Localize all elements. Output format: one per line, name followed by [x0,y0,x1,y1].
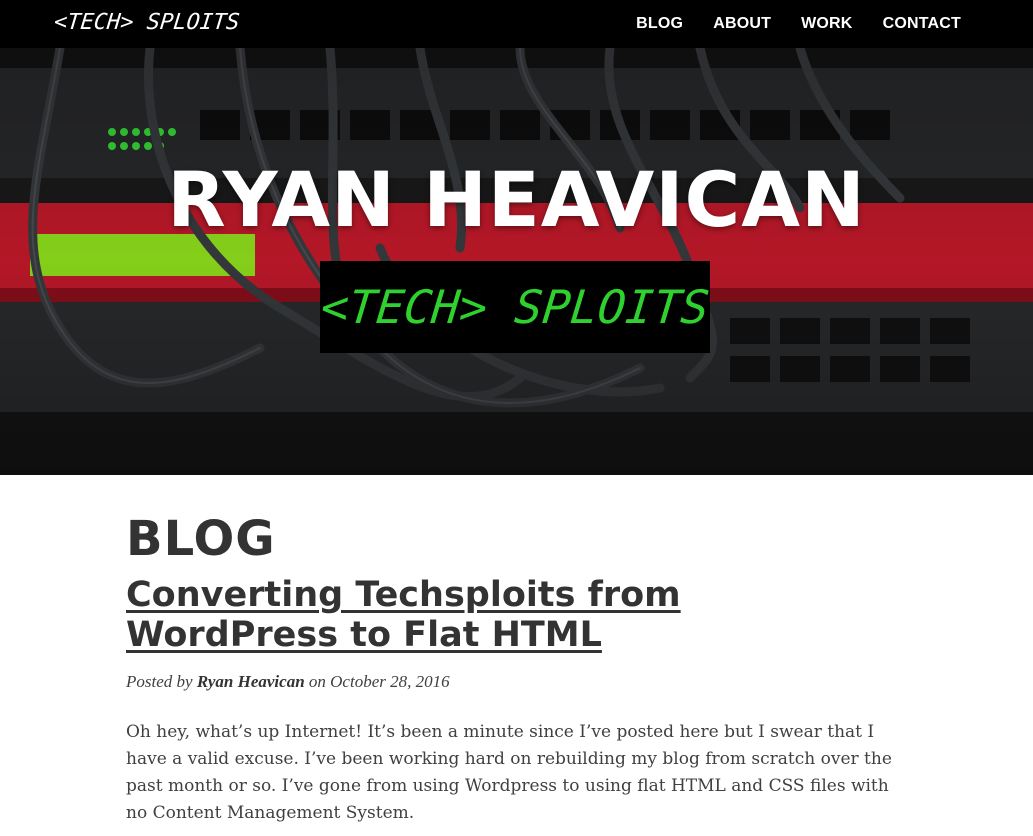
post-excerpt: Oh hey, what’s up Internet! It’s been a … [126,722,892,823]
hero-badge: <TECH> SPLOITS [318,261,712,353]
main-nav: BLOG ABOUT WORK CONTACT [606,0,961,48]
post-date: October 28, 2016 [330,672,450,691]
nav-link-blog[interactable]: BLOG [636,15,683,33]
nav-link-about[interactable]: ABOUT [713,15,771,33]
hero-title: RYAN HEAVICAN [167,155,866,244]
post-meta-on: on [308,672,326,691]
post-meta-prefix: Posted by [126,672,193,691]
page-heading: BLOG [126,511,276,567]
nav-link-contact[interactable]: CONTACT [883,15,961,33]
post-meta: Posted by Ryan Heavican on October 28, 2… [126,671,450,693]
post-author: Ryan Heavican [196,672,305,691]
brand-logo-link[interactable]: <TECH> SPLOITS [52,8,241,38]
top-navbar: <TECH> SPLOITS BLOG ABOUT WORK CONTACT [0,0,1033,48]
hero-badge-text: <TECH> SPLOITS [318,280,712,334]
nav-link-work[interactable]: WORK [801,15,852,33]
post-title-link[interactable]: Converting Techsploits from WordPress to… [126,575,896,655]
hero-banner: RYAN HEAVICAN <TECH> SPLOITS [0,48,1033,475]
